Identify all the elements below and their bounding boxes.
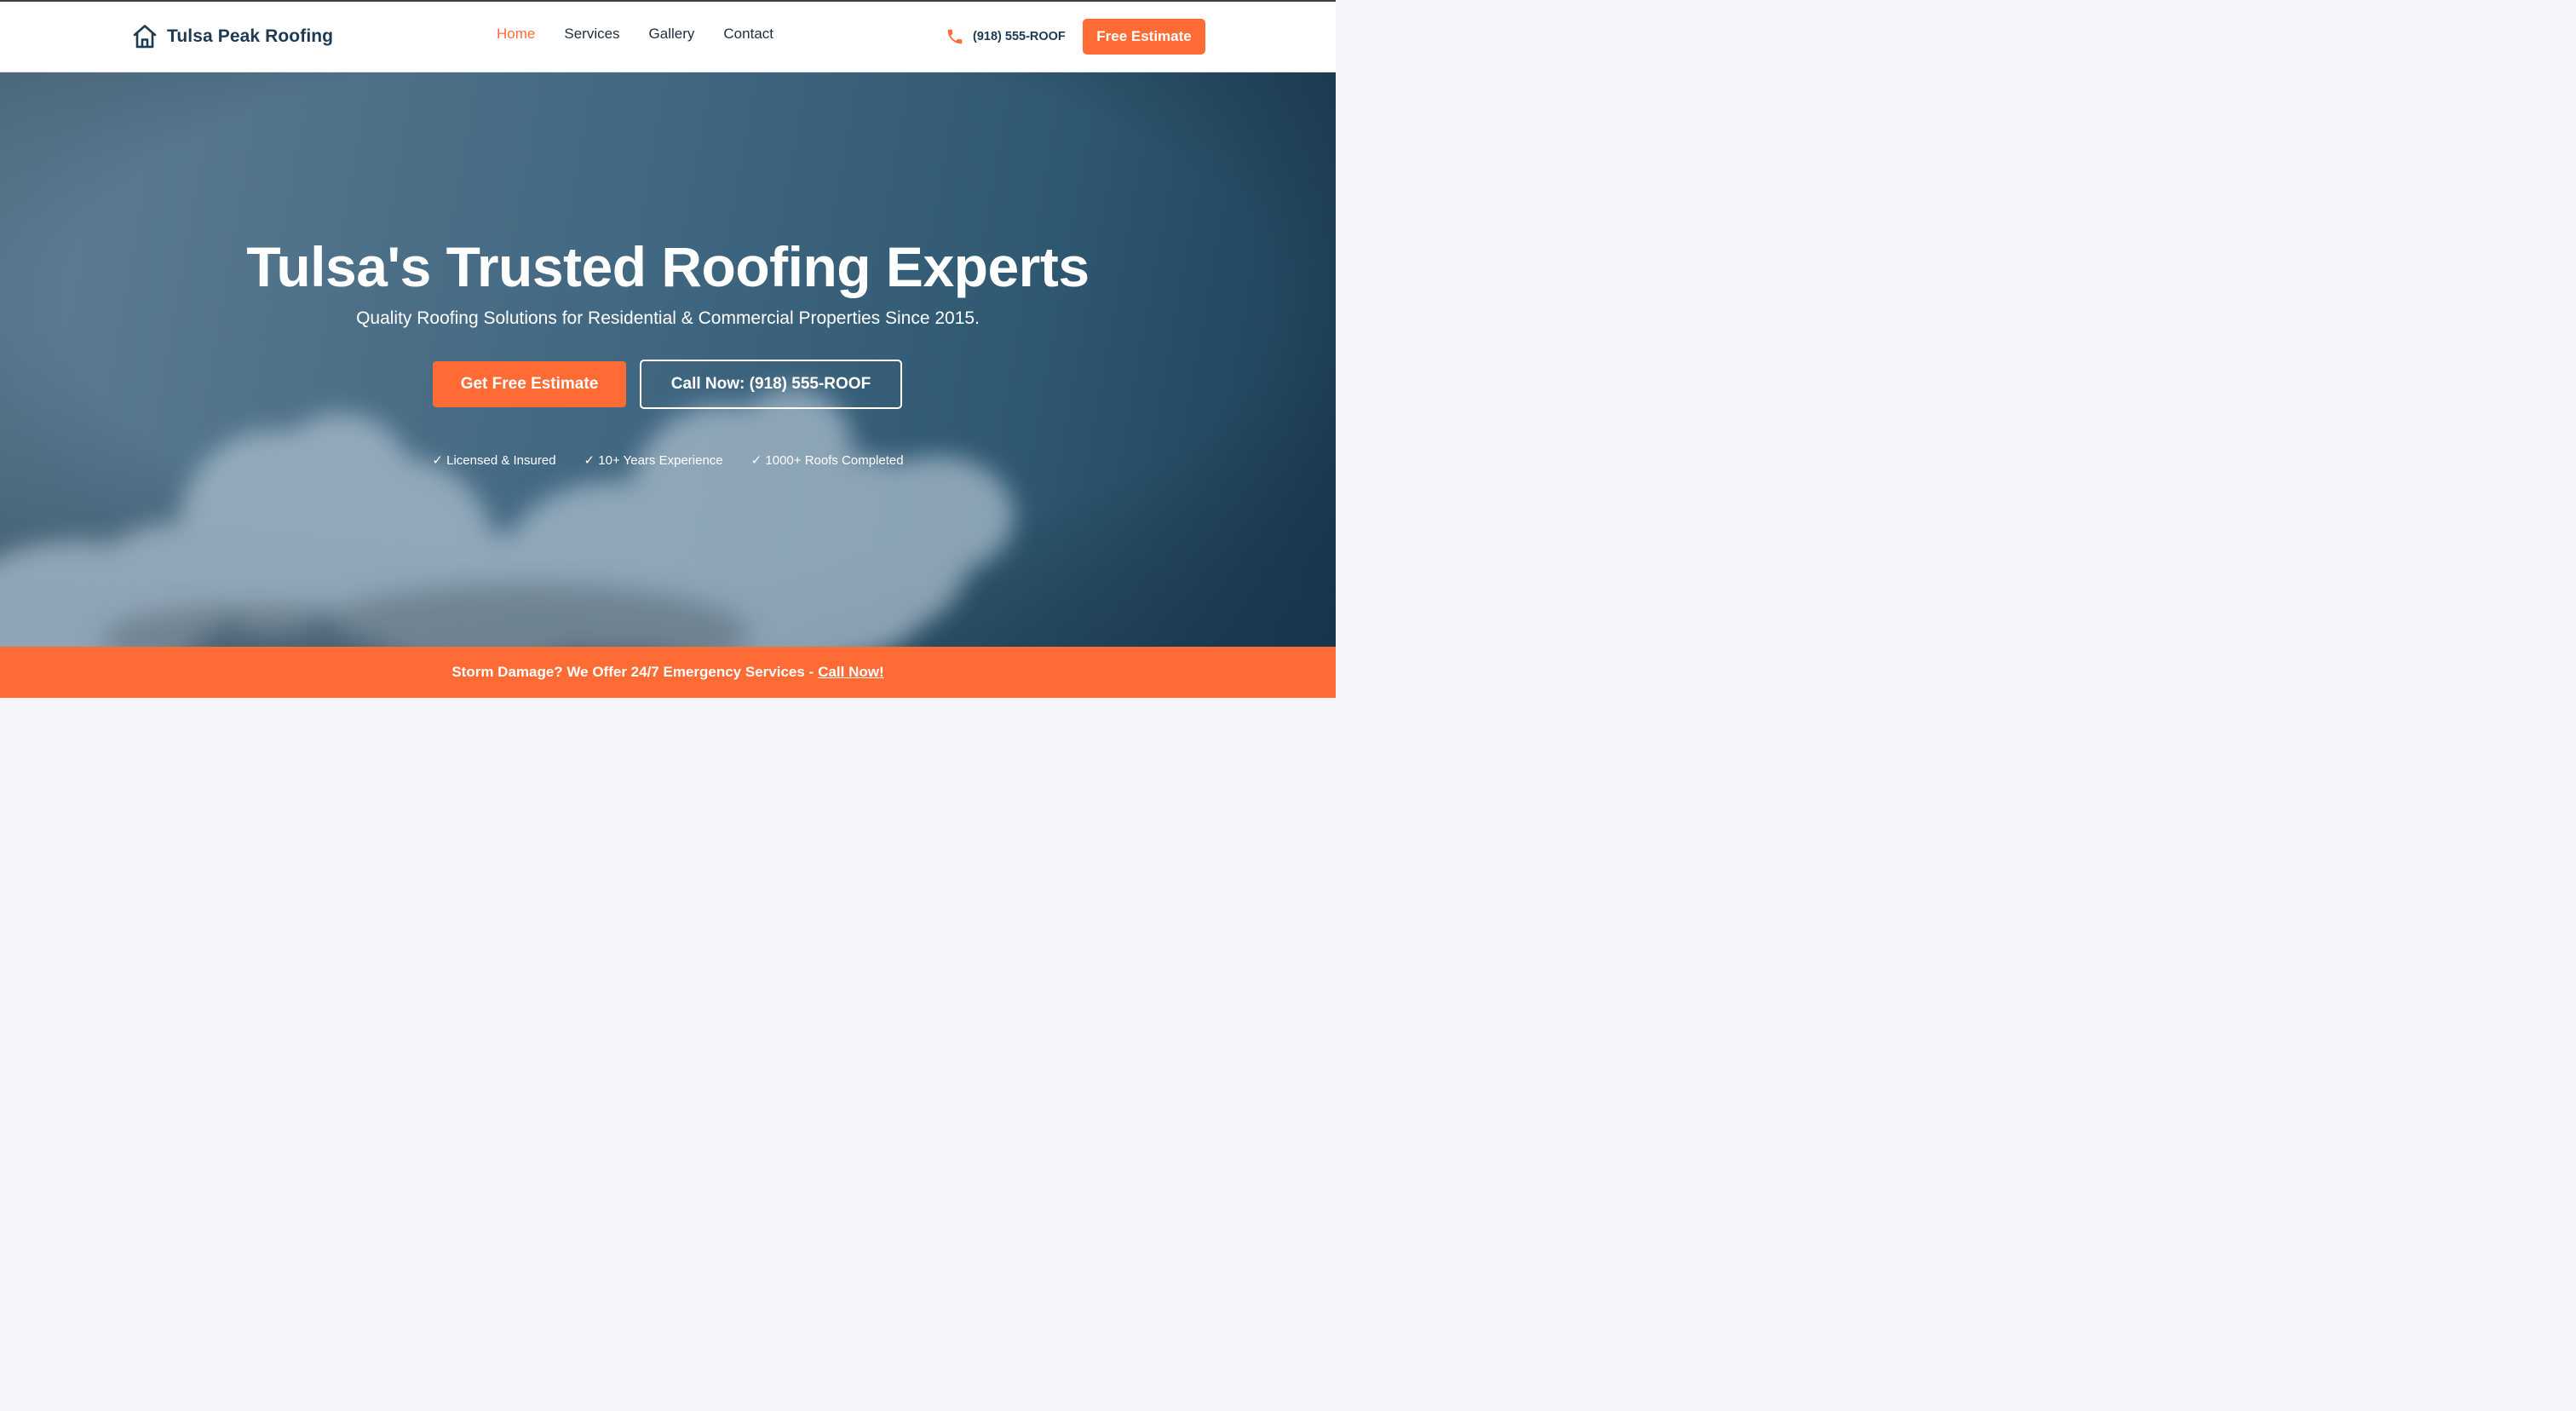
nav-gallery[interactable]: Gallery bbox=[649, 26, 695, 43]
site-header: Tulsa Peak Roofing Home Services Gallery… bbox=[0, 2, 1336, 72]
nav-home[interactable]: Home bbox=[497, 26, 535, 43]
call-now-button[interactable]: Call Now: (918) 555-ROOF bbox=[640, 360, 902, 409]
hero-subtitle: Quality Roofing Solutions for Residentia… bbox=[356, 308, 980, 328]
get-free-estimate-button[interactable]: Get Free Estimate bbox=[433, 361, 626, 407]
next-section-edge bbox=[0, 698, 1336, 732]
banner-text: Storm Damage? We Offer 24/7 Emergency Se… bbox=[451, 664, 814, 680]
brand-logo-link[interactable]: Tulsa Peak Roofing bbox=[131, 22, 333, 51]
phone-icon bbox=[947, 29, 963, 44]
brand-name: Tulsa Peak Roofing bbox=[167, 26, 334, 46]
hero-section: Tulsa's Trusted Roofing Experts Quality … bbox=[0, 72, 1336, 647]
banner-call-now-link[interactable]: Call Now! bbox=[818, 664, 883, 681]
nav-services[interactable]: Services bbox=[564, 26, 619, 43]
house-icon bbox=[133, 25, 157, 49]
storm-damage-banner: Storm Damage? We Offer 24/7 Emergency Se… bbox=[0, 647, 1336, 698]
feature-experience: ✓ 10+ Years Experience bbox=[584, 453, 723, 468]
free-estimate-button[interactable]: Free Estimate bbox=[1083, 19, 1205, 55]
main-nav: Home Services Gallery Contact bbox=[497, 26, 802, 43]
header-phone-link[interactable]: (918) 555-ROOF bbox=[946, 27, 1066, 46]
hero-features: ✓ Licensed & Insured ✓ 10+ Years Experie… bbox=[0, 452, 1336, 468]
hero-title: Tulsa's Trusted Roofing Experts bbox=[246, 235, 1090, 298]
feature-roofs-completed: ✓ 1000+ Roofs Completed bbox=[750, 453, 904, 468]
header-phone-number: (918) 555-ROOF bbox=[973, 30, 1066, 43]
nav-contact[interactable]: Contact bbox=[723, 26, 773, 43]
feature-licensed: ✓ Licensed & Insured bbox=[432, 453, 556, 468]
